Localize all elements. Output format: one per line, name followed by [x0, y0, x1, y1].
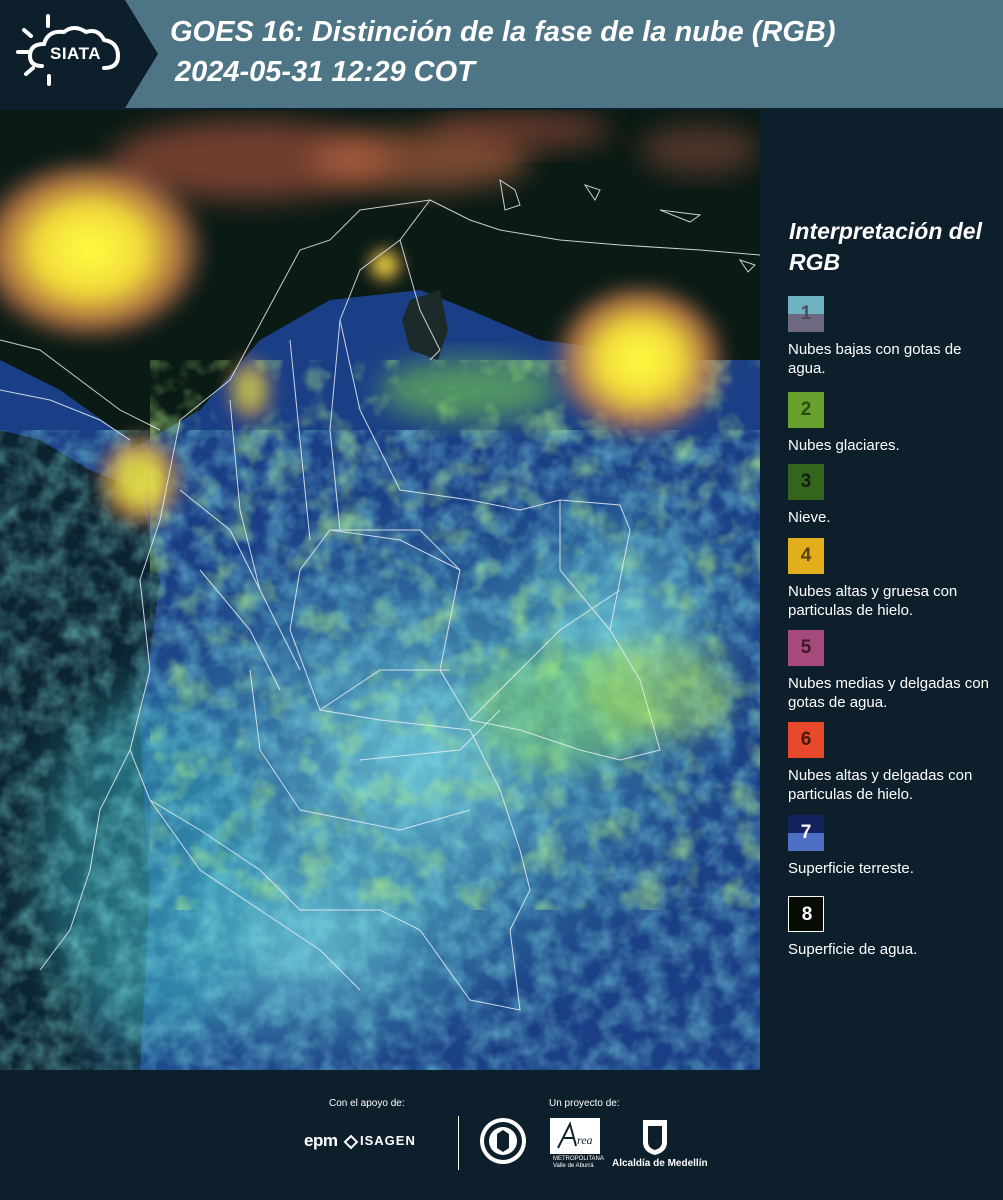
- legend-swatch: 4: [788, 538, 824, 574]
- legend-item-7: 7 Superficie terreste.: [788, 815, 998, 878]
- epm-logo: epm: [304, 1131, 338, 1150]
- svg-text:rea: rea: [577, 1133, 593, 1147]
- legend-swatch-number: 4: [800, 545, 812, 566]
- legend-swatch-number: 7: [800, 822, 812, 843]
- area-metropolitana-text: METROPOLITANA Valle de Aburrá: [553, 1156, 604, 1169]
- legend-swatch-number: 5: [800, 637, 812, 658]
- legend-swatch: 1: [788, 296, 824, 332]
- legend-item-3: 3 Nieve.: [788, 464, 998, 527]
- legend-swatch: 7: [788, 815, 824, 851]
- alcaldia-shield-icon: [643, 1120, 667, 1155]
- legend-item-4: 4 Nubes altas y gruesa con particulas de …: [788, 538, 998, 620]
- legend-label: Nubes altas y delgadas con particulas de…: [788, 767, 973, 803]
- legend-title: Interpretación del RGB: [789, 218, 982, 275]
- legend-item-1: 1 Nubes bajas con gotas de agua.: [788, 296, 998, 378]
- legend-item-6: 6 Nubes altas y delgadas con particulas d…: [788, 722, 998, 804]
- legend-label: Nubes medias y delgadas con gotas de agu…: [788, 675, 989, 711]
- legend-swatch: 2: [788, 392, 824, 428]
- legend-swatch: 6: [788, 722, 824, 758]
- support-label: Con el apoyo de:: [329, 1098, 405, 1109]
- legend-item-5: 5 Nubes medias y delgadas con gotas de ag…: [788, 630, 998, 712]
- legend-swatch-number: 1: [800, 303, 812, 324]
- legend-swatch: 5: [788, 630, 824, 666]
- legend-item-2: 2 Nubes glaciares.: [788, 392, 998, 455]
- legend-panel: Interpretación del RGB 1 Nubes bajas con …: [760, 110, 1003, 1070]
- legend-label: Nieve.: [788, 509, 831, 526]
- legend-item-8: 8 Superficie de agua.: [788, 896, 998, 959]
- legend-swatch-number: 3: [800, 471, 812, 492]
- footer: Con el apoyo de: Un proyecto de: epm ISA…: [0, 1070, 1003, 1200]
- isagen-icon: [343, 1134, 359, 1150]
- siata-logo-text: SIATA: [50, 44, 101, 63]
- page-datetime: 2024-05-31 12:29 COT: [175, 56, 475, 88]
- page-title: GOES 16: Distinción de la fase de la nub…: [170, 16, 836, 48]
- legend-label: Nubes bajas con gotas de agua.: [788, 341, 962, 377]
- legend-swatch-number: 6: [800, 729, 812, 750]
- satellite-imagery: [0, 110, 760, 1070]
- alcaldia-logo: Alcaldía de Medellín: [612, 1158, 708, 1169]
- footer-divider: [458, 1116, 459, 1170]
- legend-swatch-number: 8: [801, 904, 813, 925]
- legend-label: Nubes altas y gruesa con particulas de h…: [788, 583, 958, 619]
- legend-swatch: 3: [788, 464, 824, 500]
- project-label: Un proyecto de:: [549, 1098, 620, 1109]
- legend-label: Superficie terreste.: [788, 860, 914, 877]
- legend-swatch: 8: [788, 896, 824, 932]
- legend-label: Nubes glaciares.: [788, 437, 900, 454]
- legend-label: Superficie de agua.: [788, 941, 918, 958]
- university-seal-icon: [480, 1118, 526, 1164]
- siata-logo: SIATA: [0, 0, 160, 108]
- header-bar: SIATA GOES 16: Distinción de la fase de …: [0, 0, 1003, 108]
- legend-swatch-number: 2: [800, 399, 812, 420]
- isagen-logo: ISAGEN: [360, 1133, 416, 1148]
- satellite-map: [0, 110, 760, 1070]
- area-metropolitana-icon: rea: [550, 1118, 600, 1154]
